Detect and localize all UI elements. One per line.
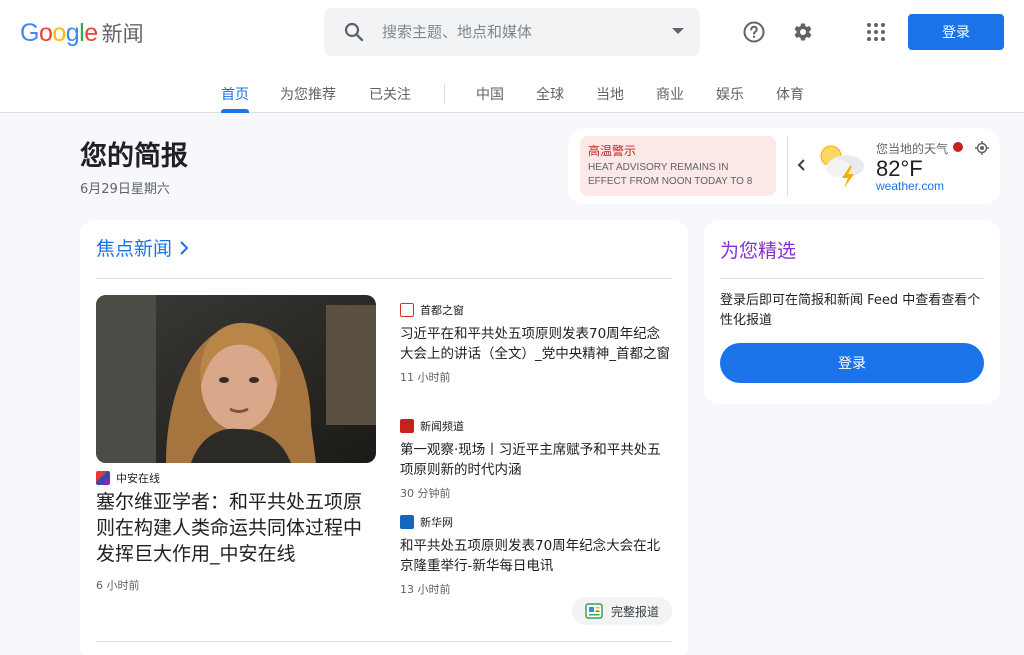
tab-home[interactable]: 首页 bbox=[221, 84, 249, 113]
full-coverage-label: 完整报道 bbox=[610, 604, 659, 619]
publisher-logo-icon bbox=[96, 471, 110, 485]
story-title[interactable]: 第一观察·现场丨习近平主席赋予和平共处五项原则新的时代内涵 bbox=[400, 440, 672, 480]
tab-label: 当地 bbox=[596, 87, 624, 103]
tab-label: 为您推荐 bbox=[280, 87, 336, 103]
tab-for-you[interactable]: 为您推荐 bbox=[280, 84, 336, 113]
heat-alert[interactable]: 高温警示 HEAT ADVISORY REMAINS IN EFFECT FRO… bbox=[580, 136, 776, 196]
publisher-name: 首都之窗 bbox=[420, 304, 464, 317]
tab-label: 首页 bbox=[221, 87, 249, 103]
story-time: 11 小时前 bbox=[400, 371, 451, 384]
hero-story-image[interactable] bbox=[96, 295, 376, 463]
tab-divider bbox=[444, 84, 445, 104]
tab-label: 中国 bbox=[476, 87, 504, 103]
hero-publisher[interactable]: 中安在线 bbox=[96, 470, 160, 486]
help-icon[interactable] bbox=[738, 16, 770, 48]
weather-label: 您当地的天气 bbox=[876, 142, 949, 156]
gear-icon[interactable] bbox=[786, 16, 818, 48]
divider bbox=[96, 278, 672, 279]
publisher-logo-icon bbox=[400, 515, 414, 529]
divider bbox=[96, 641, 672, 642]
picks-title: 为您精选 bbox=[720, 240, 797, 262]
full-coverage-button[interactable]: 完整报道 bbox=[572, 597, 672, 625]
chevron-left-icon[interactable] bbox=[794, 157, 810, 173]
login-button[interactable]: 登录 bbox=[908, 14, 1004, 50]
picks-description: 登录后即可在简报和新闻 Feed 中查看查看个性化报道 bbox=[720, 293, 981, 328]
briefing-title: 您的简报 bbox=[80, 141, 188, 172]
publisher-logo-icon bbox=[400, 419, 414, 433]
top-bar: Google 新闻 登录 首页 为您推荐 已关注 中国 全球 当地 商业 娱乐 … bbox=[0, 0, 1024, 113]
alert-text: HEAT ADVISORY REMAINS IN EFFECT FROM NOO… bbox=[588, 162, 753, 187]
story-publisher[interactable]: 新闻频道 bbox=[400, 418, 672, 434]
story-item: 首都之窗 习近平在和平共处五项原则发表70周年纪念大会上的讲话（全文）_党中央精… bbox=[400, 302, 672, 385]
publisher-name: 中安在线 bbox=[116, 472, 160, 485]
story-item: 新闻频道 第一观察·现场丨习近平主席赋予和平共处五项原则新的时代内涵 30 分钟… bbox=[400, 418, 672, 501]
story-title[interactable]: 和平共处五项原则发表70周年纪念大会在北京隆重举行-新华每日电讯 bbox=[400, 536, 672, 576]
picks-login-button[interactable]: 登录 bbox=[720, 343, 984, 383]
story-publisher[interactable]: 新华网 bbox=[400, 514, 672, 530]
publisher-logo-icon bbox=[400, 303, 414, 317]
logo-product-name: 新闻 bbox=[101, 22, 144, 46]
full-coverage-icon bbox=[585, 603, 603, 619]
picks-for-you-card: 为您精选 登录后即可在简报和新闻 Feed 中查看查看个性化报道 登录 bbox=[704, 220, 1000, 404]
story-title[interactable]: 习近平在和平共处五项原则发表70周年纪念大会上的讲话（全文）_党中央精神_首都之… bbox=[400, 324, 672, 364]
tab-world[interactable]: 全球 bbox=[536, 84, 564, 113]
weather-card: 高温警示 HEAT ADVISORY REMAINS IN EFFECT FRO… bbox=[568, 128, 1000, 204]
search-bar[interactable] bbox=[324, 8, 700, 56]
partly-cloudy-thunder-icon bbox=[820, 145, 864, 188]
top-stories-title: 焦点新闻 bbox=[96, 238, 173, 260]
tab-china[interactable]: 中国 bbox=[476, 84, 504, 113]
briefing-date: 6月29日星期六 bbox=[80, 182, 170, 197]
apps-grid-icon[interactable] bbox=[860, 16, 892, 48]
search-icon[interactable] bbox=[342, 20, 366, 44]
search-dropdown-icon[interactable] bbox=[672, 28, 684, 34]
tab-label: 全球 bbox=[536, 87, 564, 103]
active-tab-indicator bbox=[221, 109, 249, 113]
hero-story-title[interactable]: 塞尔维亚学者：和平共处五项原则在构建人类命运共同体过程中发挥巨大作用_中安在线 bbox=[96, 489, 380, 567]
publisher-name: 新华网 bbox=[420, 516, 453, 529]
publisher-name: 新闻频道 bbox=[420, 420, 464, 433]
google-news-logo[interactable]: Google 新闻 bbox=[20, 18, 144, 48]
hero-story-time: 6 小时前 bbox=[96, 579, 140, 592]
location-icon[interactable] bbox=[974, 140, 990, 156]
tab-sports[interactable]: 体育 bbox=[776, 84, 804, 113]
tab-entertainment[interactable]: 娱乐 bbox=[716, 84, 744, 113]
alert-title: 高温警示 bbox=[588, 144, 637, 158]
tab-following[interactable]: 已关注 bbox=[369, 84, 411, 113]
tab-business[interactable]: 商业 bbox=[656, 84, 684, 113]
story-time: 13 小时前 bbox=[400, 583, 451, 596]
top-stories-card: 焦点新闻 中安在线 塞尔维亚学者：和平共处五项原则在构建人类命运共同体过程中发挥… bbox=[80, 220, 688, 655]
search-input[interactable] bbox=[382, 8, 662, 56]
top-stories-header[interactable]: 焦点新闻 bbox=[96, 234, 190, 261]
nav-tabs: 首页 为您推荐 已关注 中国 全球 当地 商业 娱乐 体育 bbox=[0, 78, 1024, 113]
tab-local[interactable]: 当地 bbox=[596, 84, 624, 113]
tab-label: 娱乐 bbox=[716, 87, 744, 103]
weather-source-link[interactable]: weather.com bbox=[876, 179, 944, 193]
tab-label: 商业 bbox=[656, 87, 684, 103]
chevron-right-icon bbox=[180, 240, 189, 255]
weather-divider bbox=[787, 136, 788, 196]
story-publisher[interactable]: 首都之窗 bbox=[400, 302, 672, 318]
tab-label: 体育 bbox=[776, 87, 804, 103]
tab-label: 已关注 bbox=[369, 87, 411, 103]
weather-alert-icon bbox=[953, 142, 963, 152]
divider bbox=[720, 278, 984, 279]
story-item: 新华网 和平共处五项原则发表70周年纪念大会在北京隆重举行-新华每日电讯 13 … bbox=[400, 514, 672, 597]
story-time: 30 分钟前 bbox=[400, 487, 451, 500]
google-logo-text: Google bbox=[20, 18, 98, 47]
